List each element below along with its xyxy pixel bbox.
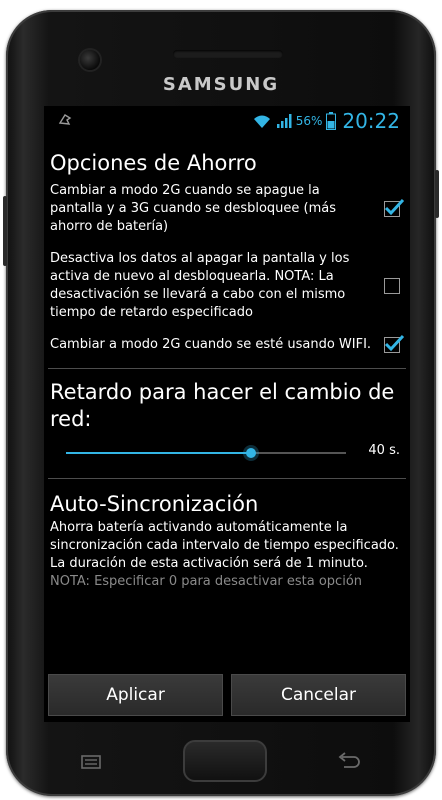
screen: 56% 20:22 Opciones de Ahorro Cambiar a m… <box>44 106 410 722</box>
cancel-button[interactable]: Cancelar <box>231 674 406 716</box>
brand-logo: SAMSUNG <box>162 74 280 95</box>
signal-icon <box>276 114 292 128</box>
status-bar[interactable]: 56% 20:22 <box>44 106 410 134</box>
option-2g-wifi-label: Cambiar a modo 2G cuando se esté usando … <box>50 337 372 353</box>
option-2g-screen-off-label: Cambiar a modo 2G cuando se apague la pa… <box>50 183 337 235</box>
auto-sync-description-text: Ahorra batería activando automáticamente… <box>50 520 399 571</box>
back-icon[interactable] <box>336 752 360 772</box>
divider <box>48 477 406 479</box>
option-2g-screen-off-checkbox[interactable] <box>384 199 405 218</box>
volume-button[interactable] <box>3 196 7 266</box>
option-data-off[interactable]: Desactiva los datos al apagar la pantall… <box>44 250 410 322</box>
battery-icon <box>326 112 337 130</box>
hardware-nav-bar <box>6 740 436 790</box>
network-delay-title: Retardo para hacer el cambio de red: <box>50 380 395 431</box>
option-data-off-checkbox[interactable] <box>384 278 400 295</box>
network-delay-slider[interactable] <box>66 447 346 458</box>
notification-icon <box>58 114 72 125</box>
status-clock: 20:22 <box>342 109 400 133</box>
home-button[interactable] <box>183 740 267 782</box>
check-icon <box>384 335 405 352</box>
power-saving-title: Opciones de Ahorro <box>50 151 257 175</box>
battery-percent: 56% <box>295 114 323 128</box>
network-delay-value: 40 s. <box>368 442 400 458</box>
button-bar: Aplicar Cancelar <box>44 670 410 722</box>
option-data-off-label: Desactiva los datos al apagar la pantall… <box>50 251 350 321</box>
power-button[interactable] <box>435 170 439 218</box>
option-2g-wifi[interactable]: Cambiar a modo 2G cuando se esté usando … <box>44 335 410 354</box>
option-2g-screen-off[interactable]: Cambiar a modo 2G cuando se apague la pa… <box>44 182 410 236</box>
slider-thumb[interactable] <box>245 447 256 458</box>
auto-sync-title: Auto-Sincronización <box>50 491 259 516</box>
divider <box>48 368 406 370</box>
settings-content[interactable]: Opciones de Ahorro Cambiar a modo 2G cua… <box>44 134 410 722</box>
phone-frame: SAMSUNG 56% 20:22 Opciones de Ahorro Cam… <box>3 10 439 796</box>
auto-sync-description: Ahorra batería activando automáticamente… <box>50 519 404 591</box>
check-icon <box>384 199 405 216</box>
wifi-icon <box>253 115 270 128</box>
earpiece-speaker <box>173 50 283 58</box>
front-camera <box>80 50 100 70</box>
option-2g-wifi-checkbox[interactable] <box>384 335 405 354</box>
apply-button[interactable]: Aplicar <box>48 674 223 716</box>
menu-icon[interactable] <box>80 754 102 770</box>
auto-sync-note: NOTA: Especificar 0 para desactivar esta… <box>50 574 363 589</box>
network-delay-slider-row: 40 s. <box>44 438 410 468</box>
slider-fill <box>66 451 251 454</box>
